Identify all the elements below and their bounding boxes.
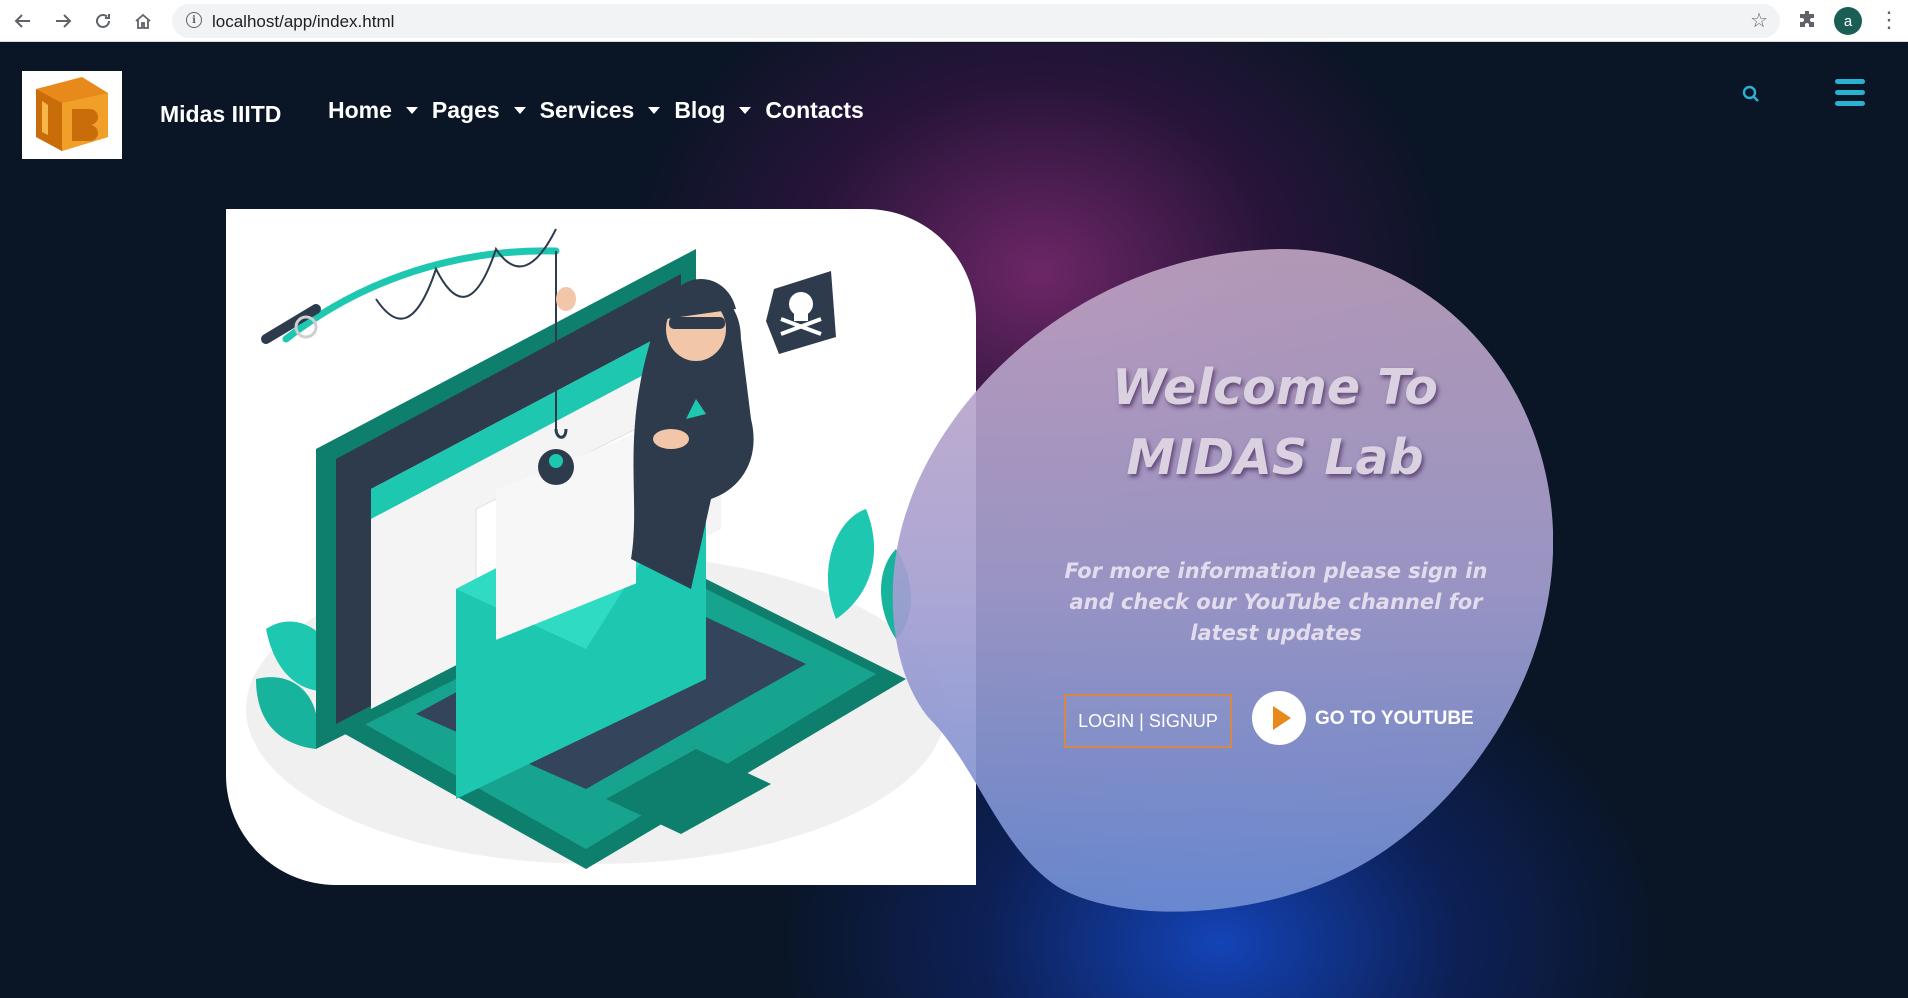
caret-down-icon bbox=[513, 107, 526, 114]
page: Midas IIITD Home Pages Services Blog Con… bbox=[0, 43, 1908, 998]
browser-menu-icon[interactable]: ⋮ bbox=[1878, 6, 1900, 34]
nav-blog-label: Blog bbox=[674, 97, 726, 123]
hero-title: Welcome To MIDAS Lab bbox=[1040, 353, 1510, 493]
nav-blog[interactable]: Blog bbox=[674, 97, 752, 124]
nav-pages[interactable]: Pages bbox=[432, 97, 526, 124]
hero-subtitle: For more information please sign in and … bbox=[1064, 559, 1488, 645]
browser-toolbar: i localhost/app/index.html ☆ a ⋮ bbox=[0, 0, 1908, 42]
hamburger-menu-icon[interactable] bbox=[1835, 79, 1865, 112]
youtube-play-button[interactable] bbox=[1252, 691, 1306, 745]
go-to-youtube-link[interactable]: GO TO YOUTUBE bbox=[1315, 708, 1474, 730]
forward-icon[interactable] bbox=[50, 8, 76, 34]
search-icon[interactable] bbox=[1742, 85, 1760, 108]
site-brand[interactable]: Midas IIITD bbox=[160, 101, 281, 128]
login-signup-button[interactable]: LOGIN | SIGNUP bbox=[1064, 694, 1232, 748]
caret-down-icon bbox=[405, 107, 418, 114]
hero-title-line1: Welcome To bbox=[1112, 359, 1438, 416]
hero-title-line2: MIDAS Lab bbox=[1126, 429, 1424, 486]
nav-services[interactable]: Services bbox=[540, 97, 661, 124]
caret-down-icon bbox=[739, 107, 752, 114]
home-icon[interactable] bbox=[130, 8, 156, 34]
nav-home-label: Home bbox=[328, 97, 392, 123]
site-info-icon[interactable]: i bbox=[186, 12, 202, 28]
bookmark-star-icon[interactable]: ☆ bbox=[1750, 8, 1768, 33]
nav-services-label: Services bbox=[539, 97, 635, 123]
profile-avatar[interactable]: a bbox=[1834, 7, 1862, 35]
play-icon bbox=[1272, 706, 1291, 730]
nav-home[interactable]: Home bbox=[328, 97, 418, 124]
reload-icon[interactable] bbox=[90, 8, 116, 34]
main-nav: Home Pages Services Blog Contacts bbox=[328, 97, 878, 124]
nav-contacts[interactable]: Contacts bbox=[765, 97, 863, 124]
address-bar[interactable]: i localhost/app/index.html ☆ bbox=[172, 4, 1780, 38]
phishing-illustration bbox=[226, 209, 976, 885]
nav-contacts-label: Contacts bbox=[765, 97, 864, 123]
nav-pages-label: Pages bbox=[431, 97, 500, 123]
extensions-icon[interactable] bbox=[1797, 9, 1817, 35]
site-logo[interactable] bbox=[22, 71, 122, 159]
back-icon[interactable] bbox=[10, 8, 36, 34]
url-text[interactable]: localhost/app/index.html bbox=[212, 12, 394, 32]
caret-down-icon bbox=[648, 107, 661, 114]
